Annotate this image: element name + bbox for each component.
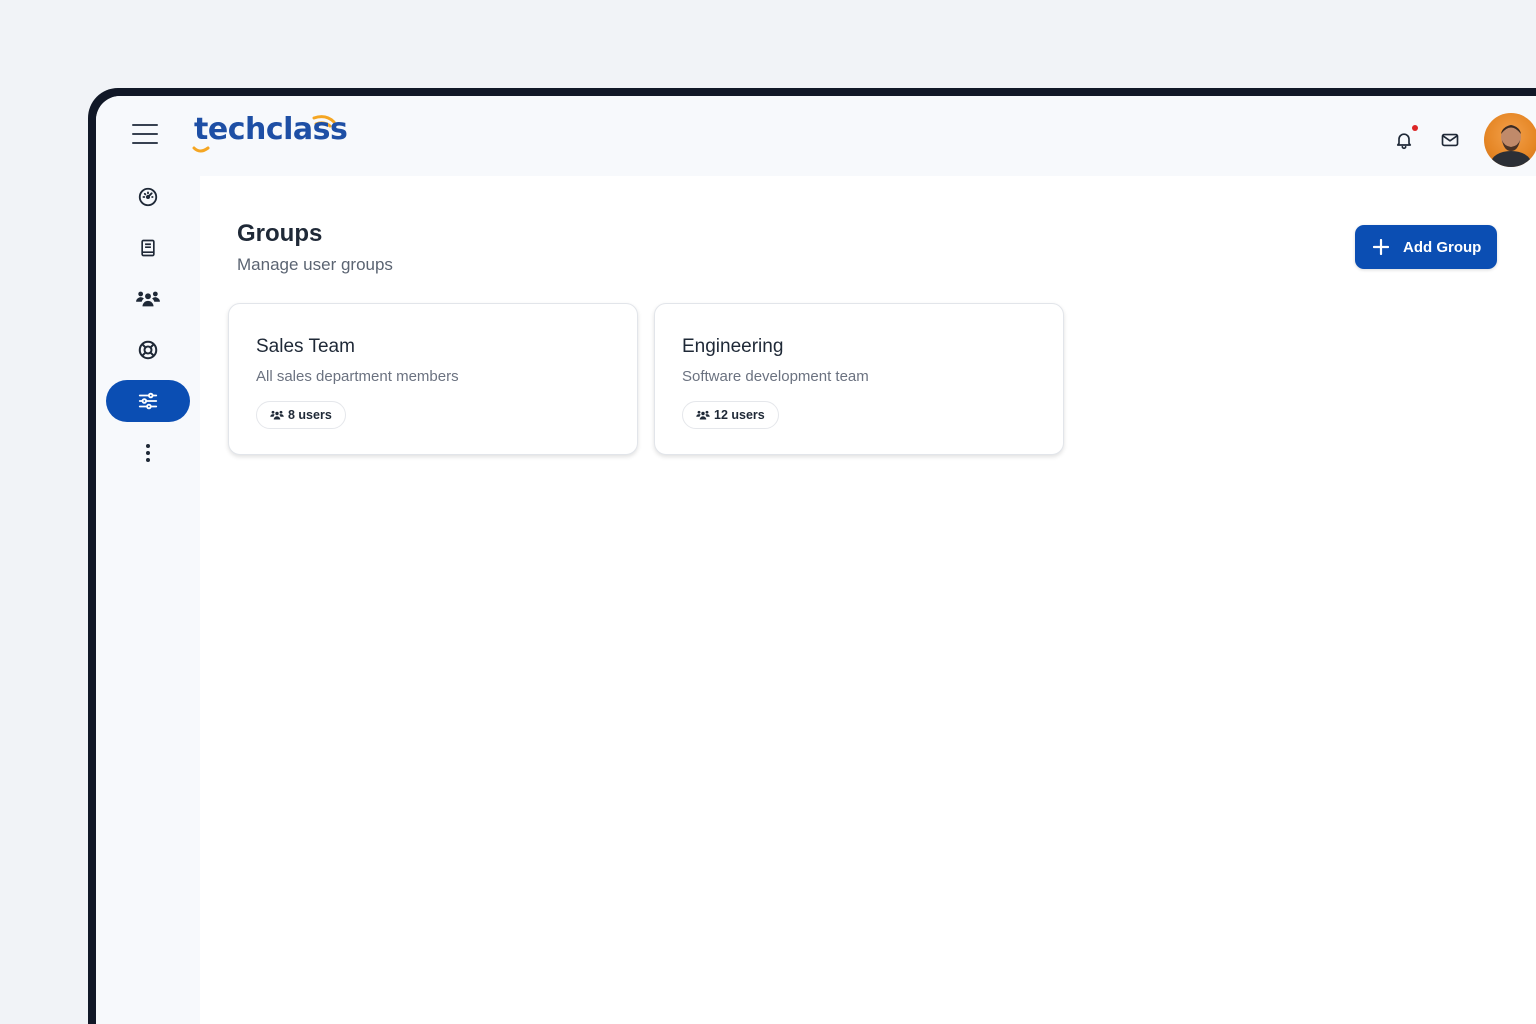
- sidebar-item-more[interactable]: [106, 432, 190, 474]
- user-count: 8 users: [288, 408, 332, 422]
- users-icon: [696, 409, 710, 421]
- main-content: Groups Manage user groups Add Group Sale…: [200, 176, 1536, 1024]
- mail-icon: [1441, 133, 1459, 147]
- add-group-label: Add Group: [1403, 238, 1482, 256]
- brand-name: techclass: [194, 112, 348, 147]
- messages-button[interactable]: [1430, 120, 1470, 160]
- add-group-button[interactable]: Add Group: [1355, 225, 1497, 269]
- top-bar: techclass: [96, 96, 1536, 176]
- notifications-button[interactable]: [1384, 120, 1424, 160]
- hamburger-icon[interactable]: [132, 124, 158, 146]
- group-name: Sales Team: [256, 336, 355, 357]
- plus-icon: [1373, 239, 1389, 255]
- sidebar-item-settings[interactable]: [106, 380, 190, 422]
- more-vertical-icon: [146, 444, 150, 462]
- user-count-badge: 8 users: [256, 401, 346, 429]
- app-screen: techclass Groups Manage user groups Add …: [96, 96, 1536, 1024]
- group-card-sales-team[interactable]: Sales Team All sales department members: [228, 303, 638, 455]
- sidebar: [96, 176, 200, 1024]
- page-subtitle: Manage user groups: [237, 255, 393, 274]
- user-avatar[interactable]: [1484, 113, 1536, 167]
- users-icon: [270, 409, 284, 421]
- sidebar-item-dashboard[interactable]: [106, 176, 190, 218]
- user-count: 12 users: [714, 408, 765, 422]
- user-count-badge: 12 users: [682, 401, 779, 429]
- lifebuoy-icon: [138, 340, 158, 360]
- device-frame: techclass Groups Manage user groups Add …: [88, 88, 1536, 1024]
- sliders-icon: [138, 392, 158, 410]
- group-card-engineering[interactable]: Engineering Software development team 12…: [654, 303, 1064, 455]
- book-icon: [141, 239, 155, 257]
- group-description: Software development team: [682, 368, 869, 385]
- bell-icon: [1396, 133, 1412, 150]
- dashboard-gauge-icon: [138, 187, 158, 207]
- sidebar-item-courses[interactable]: [106, 227, 190, 269]
- sidebar-item-users[interactable]: [106, 278, 190, 320]
- group-description: All sales department members: [256, 368, 459, 385]
- sidebar-item-support[interactable]: [106, 329, 190, 371]
- header-actions: [1384, 112, 1536, 168]
- users-group-icon: [136, 291, 160, 307]
- page-title: Groups: [237, 220, 323, 247]
- notification-dot: [1412, 125, 1418, 131]
- group-name: Engineering: [682, 336, 784, 357]
- brand-logo[interactable]: techclass: [192, 112, 352, 162]
